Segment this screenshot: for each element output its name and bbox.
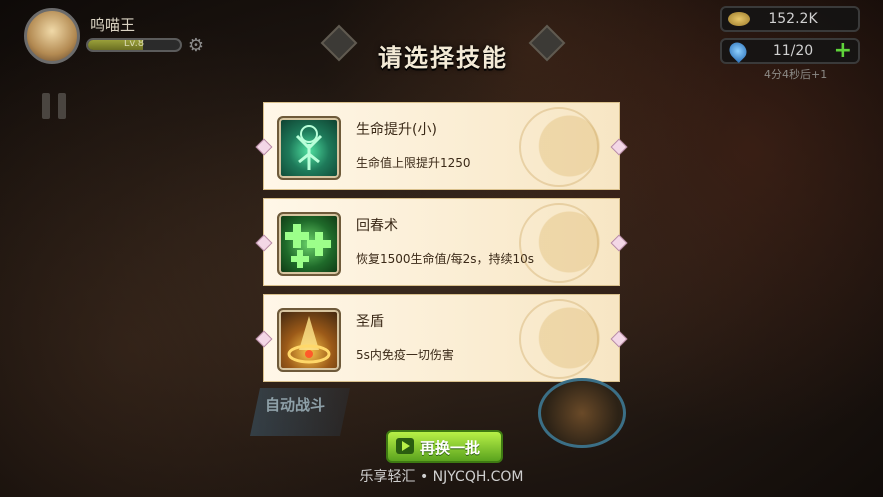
refresh-label: 再换一批 xyxy=(420,439,481,457)
refresh-button[interactable]: 再换一批 xyxy=(386,430,503,463)
gold-counter: 152.2K xyxy=(720,6,860,32)
stamina-value: 11/20 xyxy=(772,43,814,59)
skill-description: 生命值上限提升1250 xyxy=(356,156,471,170)
skill-name: 回春术 xyxy=(356,218,398,234)
auto-battle-label: 自动战斗 xyxy=(265,396,326,414)
gold-coin-icon xyxy=(728,12,750,26)
gear-icon[interactable]: ⚙ xyxy=(186,36,206,56)
stamina-timer: 4分4秒后+1 xyxy=(764,68,828,81)
level-bar: Lv.8 xyxy=(86,38,182,52)
pause-icon xyxy=(42,93,50,119)
pause-icon xyxy=(58,93,66,119)
stamina-counter: 11/20 + xyxy=(720,38,860,64)
skill-description: 5s内免疫一切伤害 xyxy=(356,348,454,362)
skill-button[interactable] xyxy=(538,378,626,448)
dialog-header: 请选择技能 xyxy=(320,24,566,74)
watermark: 乐享轻汇 • NJYCQH.COM xyxy=(359,469,524,485)
skill-name: 圣盾 xyxy=(356,314,384,330)
level-label: Lv.8 xyxy=(123,38,145,49)
skill-card[interactable]: 回春术 恢复1500生命值/每2s，持续10s xyxy=(255,198,628,286)
player-name: 呜喵王 xyxy=(90,16,136,34)
skill-card[interactable]: 圣盾 5s内免疫一切伤害 xyxy=(255,294,628,382)
skill-card[interactable]: 生命提升(小) 生命值上限提升1250 xyxy=(255,102,628,190)
stamina-drop-icon xyxy=(725,38,751,64)
dialog-title: 请选择技能 xyxy=(378,44,508,72)
play-icon xyxy=(396,438,414,454)
holy-shield-icon xyxy=(277,308,341,372)
healing-cross-icon xyxy=(277,212,341,276)
add-stamina-button[interactable]: + xyxy=(834,38,852,63)
tree-of-life-icon xyxy=(277,116,341,180)
skill-description: 恢复1500生命值/每2s，持续10s xyxy=(356,252,534,266)
player-avatar[interactable] xyxy=(24,8,80,64)
skill-name: 生命提升(小) xyxy=(356,122,437,138)
pause-button[interactable] xyxy=(42,93,68,119)
gold-value: 152.2K xyxy=(768,11,818,27)
